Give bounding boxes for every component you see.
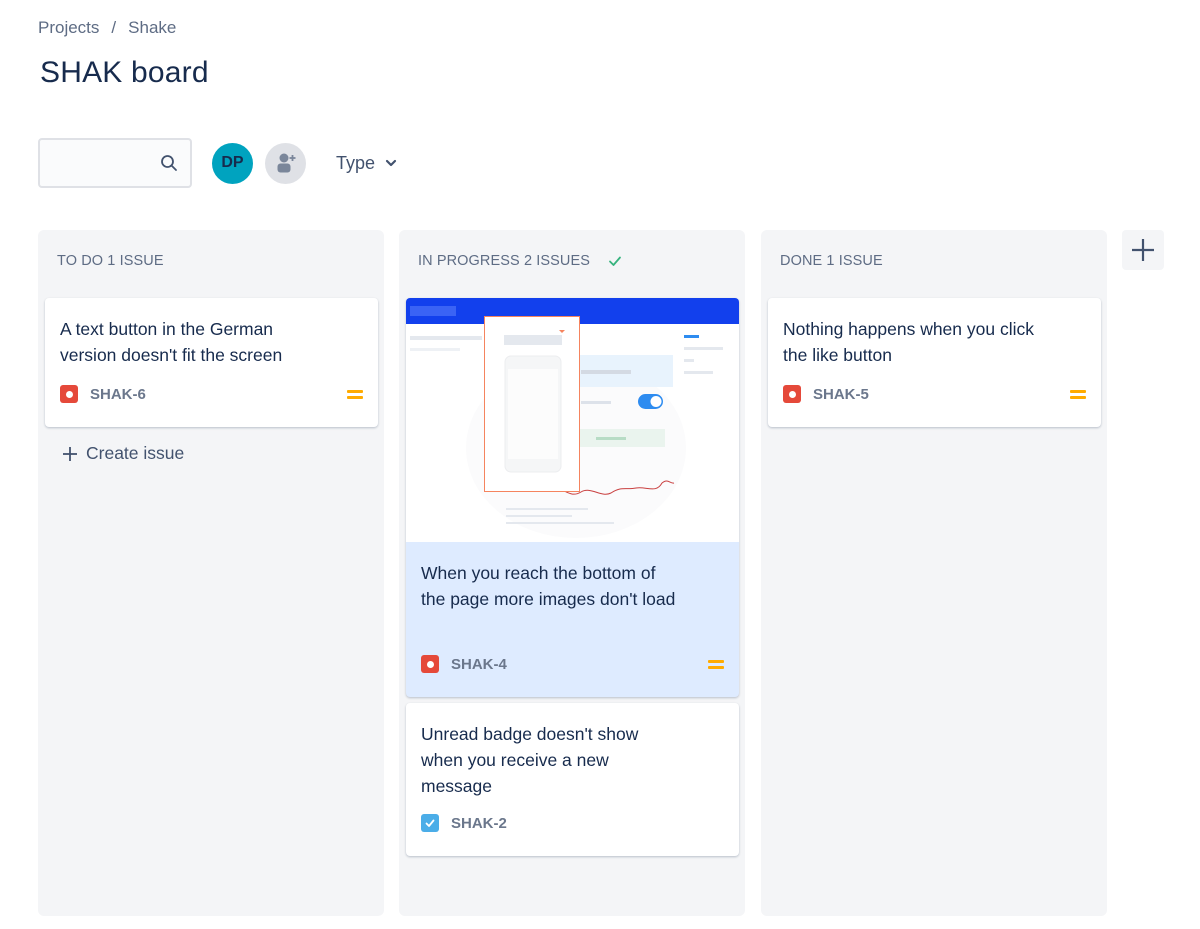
card-title: Nothing happens when you click the like … xyxy=(783,319,1034,365)
priority-medium-icon xyxy=(347,388,363,400)
create-issue-button[interactable]: Create issue xyxy=(62,443,184,464)
issue-key[interactable]: SHAK-6 xyxy=(90,386,146,403)
add-column-button[interactable] xyxy=(1122,230,1164,270)
breadcrumb-projects[interactable]: Projects xyxy=(38,18,99,38)
screenshot-preview-image xyxy=(406,298,739,542)
board-toolbar: DP Type xyxy=(38,138,397,188)
search-icon xyxy=(161,155,177,171)
checkmark-icon xyxy=(425,819,435,827)
card-footer: SHAK-2 xyxy=(421,813,724,833)
column-todo: TO DO 1 ISSUE A text button in the Germa… xyxy=(38,230,384,916)
plus-icon xyxy=(63,446,77,461)
breadcrumb-shake[interactable]: Shake xyxy=(128,18,176,38)
card-footer: SHAK-6 xyxy=(60,384,363,404)
plus-icon xyxy=(1132,239,1154,261)
column-header: IN PROGRESS 2 ISSUES xyxy=(418,253,622,269)
type-filter-label: Type xyxy=(336,152,376,173)
bug-icon xyxy=(421,655,439,673)
avatar[interactable]: DP xyxy=(212,142,253,184)
breadcrumb: Projects / Shake xyxy=(38,18,176,38)
issue-card[interactable]: Unread badge doesn't show when you recei… xyxy=(406,703,739,856)
card-footer: SHAK-4 xyxy=(421,654,724,674)
column-done: DONE 1 ISSUE Nothing happens when you cl… xyxy=(761,230,1107,916)
create-issue-label: Create issue xyxy=(86,443,185,463)
check-icon xyxy=(609,256,621,266)
chevron-down-icon xyxy=(385,159,397,167)
add-person-icon xyxy=(277,153,295,173)
avatar-initials: DP xyxy=(221,154,244,171)
card-title: A text button in the German version does… xyxy=(60,319,283,365)
column-in-progress: IN PROGRESS 2 ISSUES When you reach the … xyxy=(399,230,745,916)
type-filter-dropdown[interactable]: Type xyxy=(336,153,397,174)
column-title: IN PROGRESS 2 ISSUES xyxy=(418,253,591,269)
column-header: TO DO 1 ISSUE xyxy=(57,253,164,269)
issue-card[interactable]: When you reach the bottom of the page mo… xyxy=(406,298,739,697)
issue-key[interactable]: SHAK-2 xyxy=(451,815,507,832)
page-title: SHAK board xyxy=(40,56,209,89)
priority-medium-icon xyxy=(1070,388,1086,400)
issue-key[interactable]: SHAK-4 xyxy=(451,656,507,673)
issue-card[interactable]: A text button in the German version does… xyxy=(45,298,378,427)
column-header: DONE 1 ISSUE xyxy=(780,253,883,269)
task-icon xyxy=(421,814,439,832)
issue-key[interactable]: SHAK-5 xyxy=(813,386,869,403)
search-box[interactable] xyxy=(38,138,192,188)
card-title: When you reach the bottom of the page mo… xyxy=(421,563,676,609)
attachment-thumbnail[interactable] xyxy=(406,298,739,542)
column-title: TO DO 1 ISSUE xyxy=(57,253,164,269)
add-people-button[interactable] xyxy=(265,142,306,184)
issue-card[interactable]: Nothing happens when you click the like … xyxy=(768,298,1101,427)
search-input[interactable] xyxy=(40,140,150,186)
card-title: Unread badge doesn't show when you recei… xyxy=(421,724,639,796)
bug-icon xyxy=(60,385,78,403)
column-title: DONE 1 ISSUE xyxy=(780,253,883,269)
bug-icon xyxy=(783,385,801,403)
card-footer: SHAK-5 xyxy=(783,384,1086,404)
breadcrumb-separator: / xyxy=(111,18,117,37)
priority-medium-icon xyxy=(708,658,724,670)
